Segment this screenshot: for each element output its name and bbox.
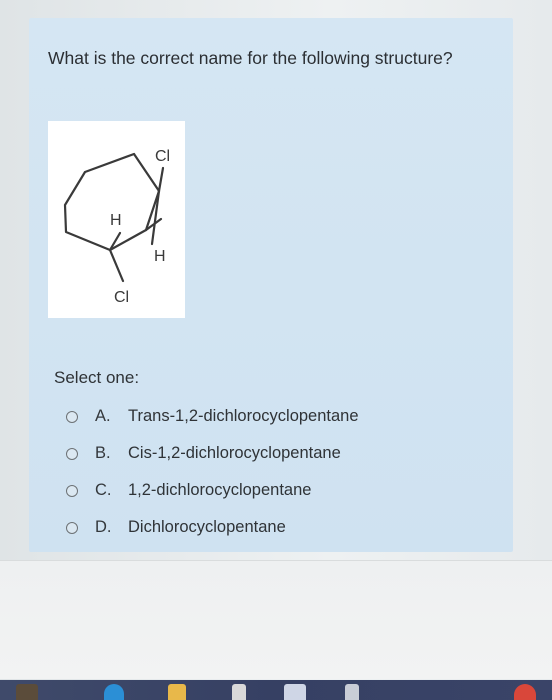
option-d[interactable]: D. Dichlorocyclopentane bbox=[66, 509, 359, 546]
radio-button-a[interactable] bbox=[66, 410, 78, 423]
bond-to-cl-top bbox=[157, 166, 165, 193]
option-text[interactable]: Trans-1,2-dichlorocyclopentane bbox=[128, 407, 359, 426]
radio-button-c[interactable] bbox=[66, 484, 78, 497]
option-letter: A. bbox=[95, 407, 111, 425]
cl-top-label: Cl bbox=[155, 148, 170, 165]
option-text[interactable]: Dichlorocyclopentane bbox=[128, 518, 286, 537]
edge-icon[interactable] bbox=[104, 684, 124, 700]
option-letter: D. bbox=[95, 518, 112, 536]
option-text[interactable]: Cis-1,2-dichlorocyclopentane bbox=[128, 444, 341, 463]
question-text: What is the correct name for the followi… bbox=[48, 48, 453, 68]
cl-bottom-label: Cl bbox=[114, 289, 129, 306]
option-letter: B. bbox=[95, 444, 111, 462]
h-right-label: H bbox=[154, 248, 166, 265]
option-a[interactable]: A. Trans-1,2-dichlorocyclopentane bbox=[66, 398, 359, 435]
select-one-label: Select one: bbox=[54, 368, 140, 387]
app-icon[interactable] bbox=[345, 684, 359, 700]
page-footer-area bbox=[0, 560, 552, 679]
radio-button-d[interactable] bbox=[66, 521, 78, 534]
chrome-icon[interactable] bbox=[514, 684, 536, 700]
radio-button-b[interactable] bbox=[66, 447, 78, 460]
mail-icon[interactable] bbox=[284, 684, 306, 700]
option-text[interactable]: 1,2-dichlorocyclopentane bbox=[128, 481, 311, 500]
bond-to-cl-bottom bbox=[108, 248, 125, 283]
structure-image: Cl H H Cl bbox=[48, 121, 185, 318]
option-b[interactable]: B. Cis-1,2-dichlorocyclopentane bbox=[66, 435, 359, 472]
h-left-label: H bbox=[110, 212, 122, 229]
taskbar bbox=[0, 680, 552, 700]
file-explorer-icon[interactable] bbox=[168, 684, 186, 700]
option-c[interactable]: C. 1,2-dichlorocyclopentane bbox=[66, 472, 359, 509]
app-icon[interactable] bbox=[16, 684, 38, 700]
ring-bonds bbox=[63, 152, 163, 252]
option-letter: C. bbox=[95, 481, 112, 499]
answer-options: A. Trans-1,2-dichlorocyclopentane B. Cis… bbox=[66, 398, 359, 546]
cyclopentane-structure-drawing: Cl H H Cl bbox=[63, 148, 170, 306]
store-icon[interactable] bbox=[232, 684, 246, 700]
